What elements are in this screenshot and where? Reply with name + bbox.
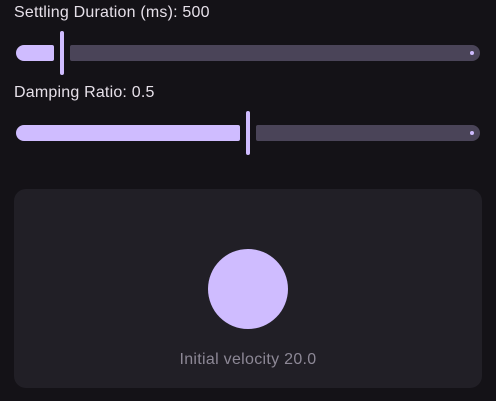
duration-track-inactive	[70, 45, 480, 61]
duration-slider[interactable]	[16, 31, 480, 75]
damping-slider-handle[interactable]	[246, 111, 250, 155]
damping-label: Damping Ratio: 0.5	[14, 84, 155, 101]
duration-stop-indicator	[470, 51, 474, 55]
damping-slider[interactable]	[16, 111, 480, 155]
damping-track-active	[16, 125, 240, 141]
animation-preview-card: Initial velocity 20.0	[14, 189, 482, 388]
animated-ball	[208, 249, 288, 329]
initial-velocity-text: Initial velocity 20.0	[179, 351, 317, 368]
damping-stop-indicator	[470, 131, 474, 135]
damping-track-inactive	[256, 125, 480, 141]
duration-track-active	[16, 45, 54, 61]
duration-slider-handle[interactable]	[60, 31, 64, 75]
duration-label: Settling Duration (ms): 500	[14, 4, 210, 21]
spring-demo-screen: Settling Duration (ms): 500 Damping Rati…	[0, 0, 496, 401]
